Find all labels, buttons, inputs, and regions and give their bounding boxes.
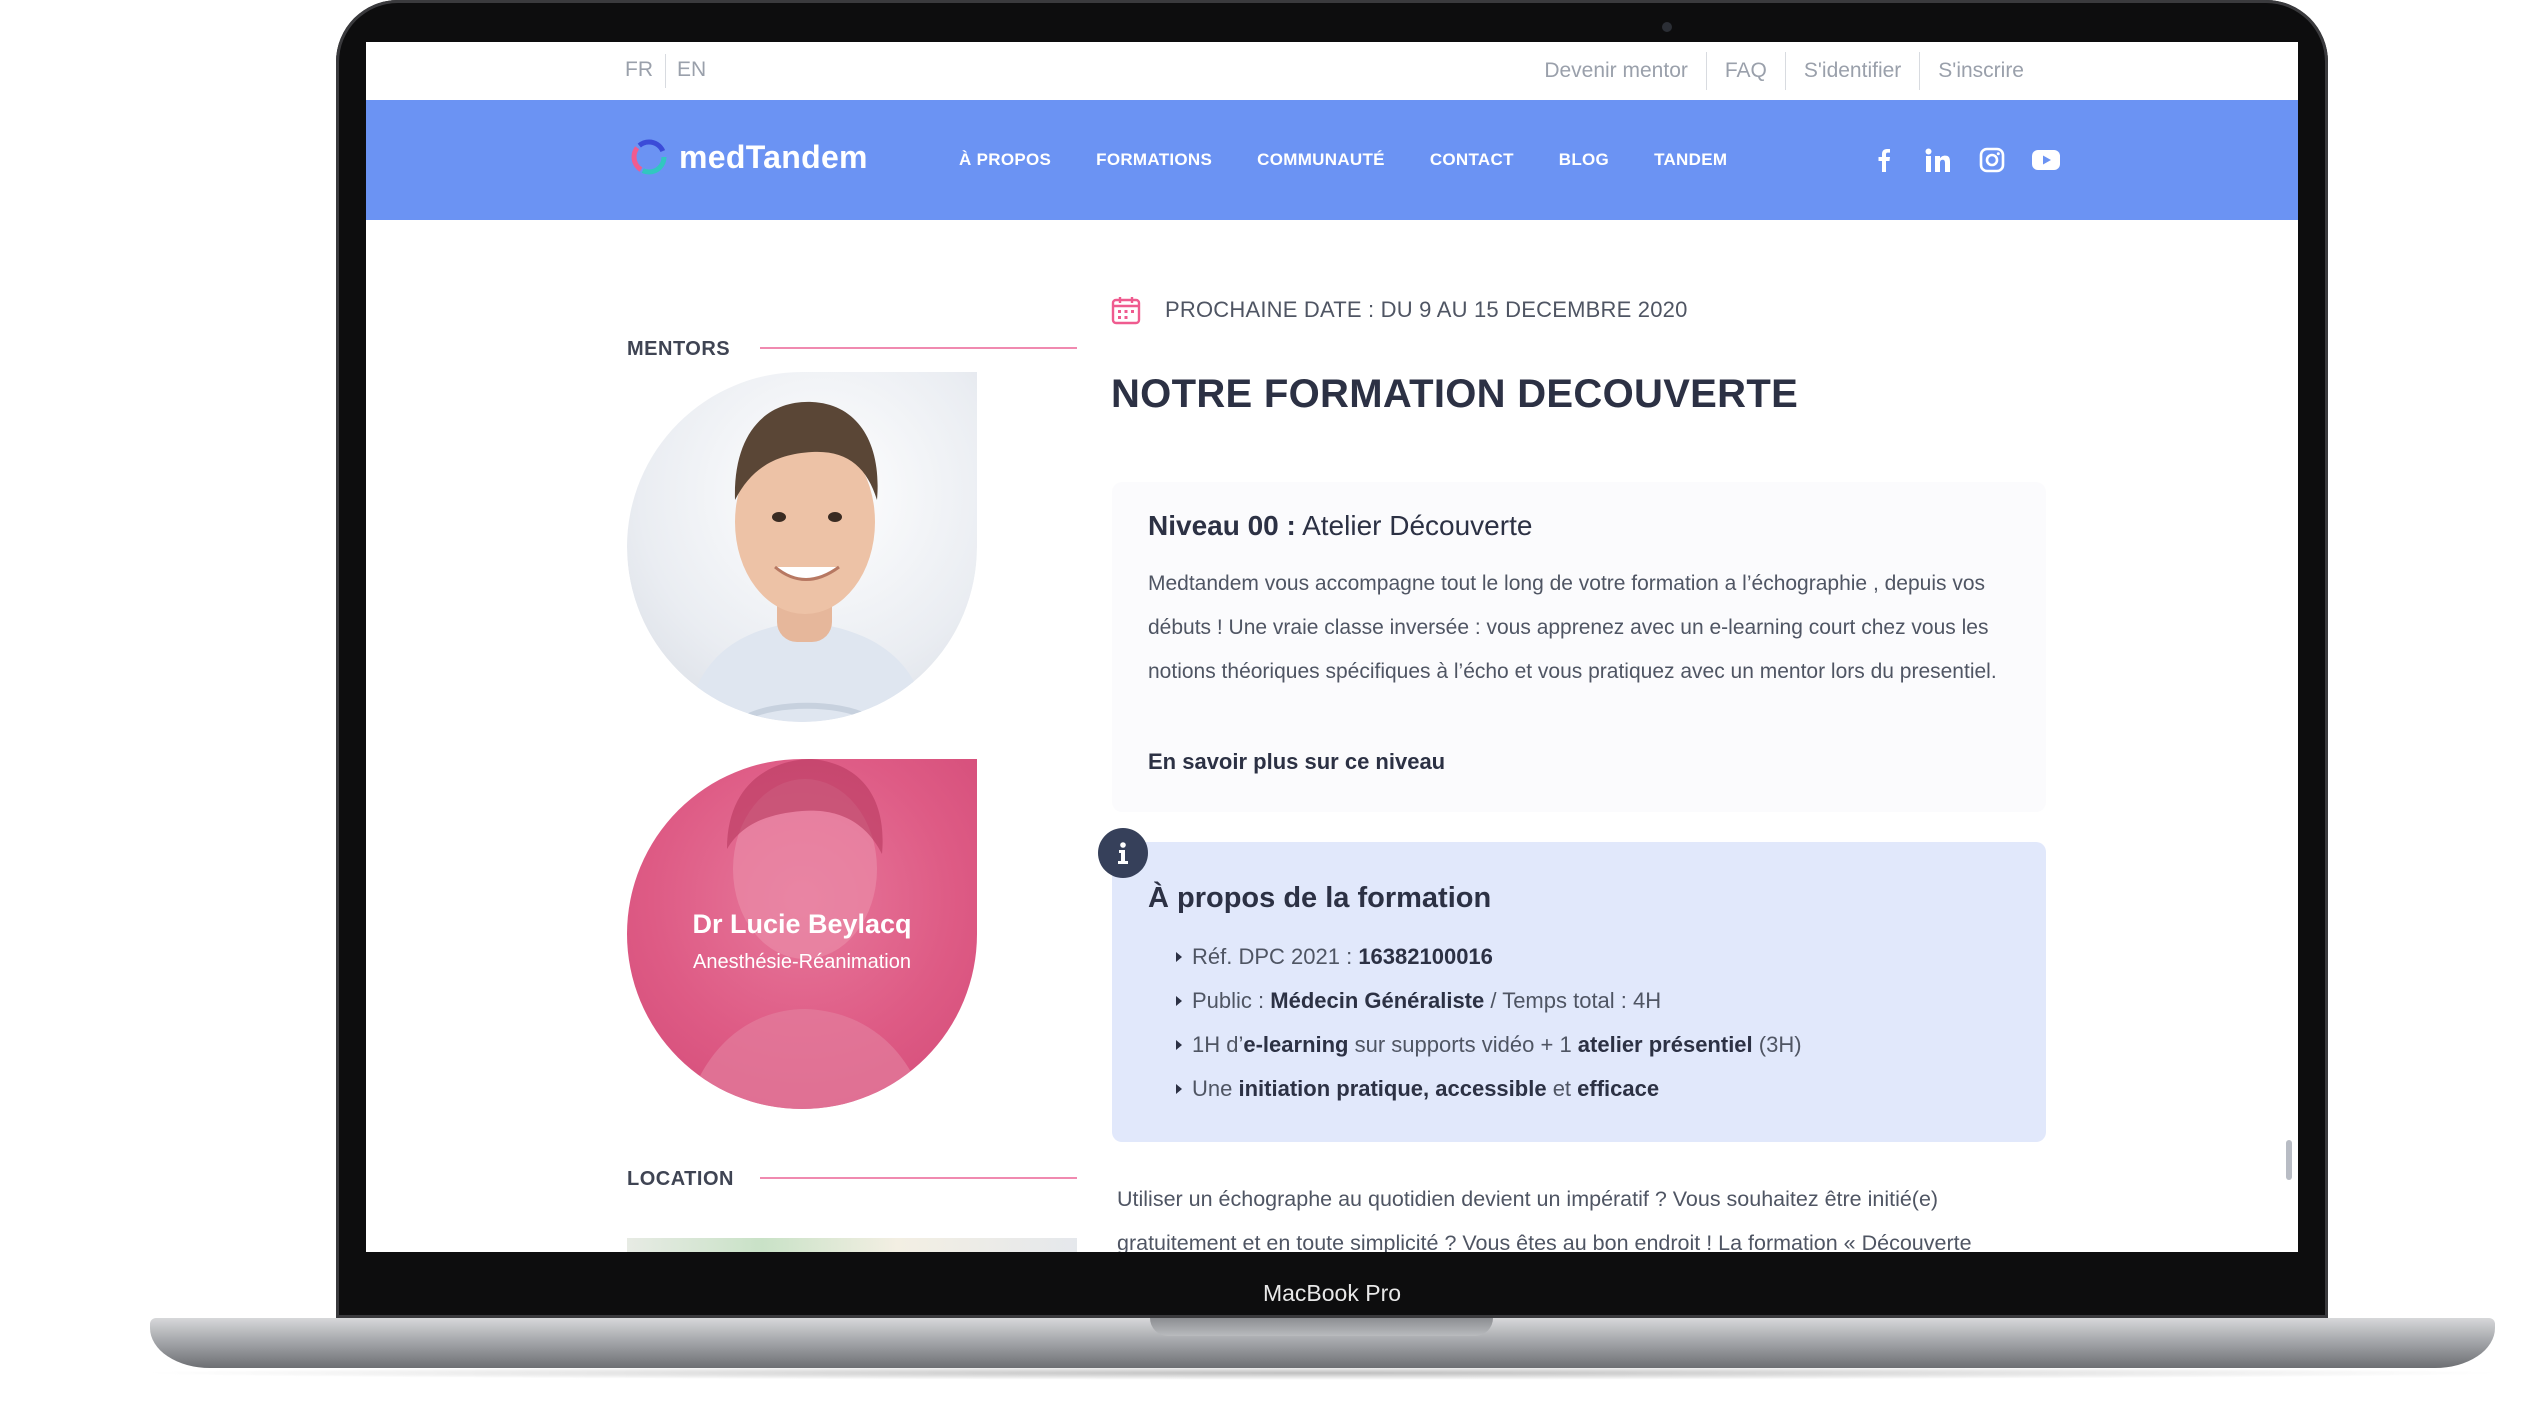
become-mentor-link[interactable]: Devenir mentor xyxy=(1526,52,1706,90)
nav-item-blog[interactable]: BLOG xyxy=(1559,150,1609,170)
login-link[interactable]: S'identifier xyxy=(1784,52,1919,90)
level-heading: Niveau 00 : Atelier Découverte xyxy=(1148,510,1532,542)
mentors-heading: MENTORS xyxy=(627,338,731,360)
faq-link[interactable]: FAQ xyxy=(1705,52,1785,90)
about-list: Réf. DPC 2021 : 16382100016 Public : Méd… xyxy=(1176,935,1802,1111)
youtube-icon[interactable] xyxy=(2019,140,2073,180)
level-description: Medtandem vous accompagne tout le long d… xyxy=(1148,572,1997,683)
location-heading: LOCATION xyxy=(627,1168,734,1190)
mentor-name: Dr Lucie Beylacq xyxy=(692,909,912,939)
about-item-initiation: Une initiation pratique, accessible et e… xyxy=(1176,1067,1802,1111)
nav-menu: À PROPOS FORMATIONS COMMUNAUTÉ CONTACT B… xyxy=(959,100,1772,220)
browser-viewport: FR EN Devenir mentor FAQ S'identifier S'… xyxy=(366,42,2298,1252)
utility-bar: FR EN Devenir mentor FAQ S'identifier S'… xyxy=(366,42,2298,100)
next-date-text: PROCHAINE DATE : DU 9 AU 15 DECEMBRE 202… xyxy=(1165,297,1688,322)
level-more-link[interactable]: En savoir plus sur ce niveau xyxy=(1148,749,1445,775)
mentor-photo-1[interactable] xyxy=(627,372,977,722)
calendar-icon xyxy=(1111,297,1141,325)
level-label-rest: Atelier Découverte xyxy=(1302,510,1533,541)
mentor-photo-2[interactable]: Dr Lucie Beylacq Anesthésie-Réanimation xyxy=(627,759,977,1109)
lang-en-link[interactable]: EN xyxy=(677,58,706,82)
signup-link[interactable]: S'inscrire xyxy=(1919,52,2042,90)
lang-fr-link[interactable]: FR xyxy=(625,58,653,82)
account-links: Devenir mentor FAQ S'identifier S'inscri… xyxy=(1526,42,2042,100)
brand-name: medTandem xyxy=(679,138,868,175)
laptop-notch xyxy=(1150,1318,1493,1336)
instagram-icon[interactable] xyxy=(1965,140,2019,180)
nav-item-community[interactable]: COMMUNAUTÉ xyxy=(1257,150,1385,170)
social-links xyxy=(1857,100,2073,220)
mentor-portrait-illustration xyxy=(627,372,977,722)
main-navbar: medTandem À PROPOS FORMATIONS COMMUNAUTÉ… xyxy=(366,100,2298,220)
location-divider xyxy=(760,1177,1077,1179)
laptop-shadow xyxy=(130,1366,2515,1380)
scrollbar-thumb[interactable] xyxy=(2286,1140,2292,1180)
about-item-public: Public : Médecin Généraliste / Temps tot… xyxy=(1176,979,1802,1023)
device-model-label: MacBook Pro xyxy=(1262,1280,1402,1306)
about-item-format: 1H d’e-learning sur supports vidéo + 1 a… xyxy=(1176,1023,1802,1067)
page-title: NOTRE FORMATION DECOUVERTE xyxy=(1111,372,1799,416)
location-map[interactable] xyxy=(627,1238,1077,1252)
mentor-specialty: Anesthésie-Réanimation xyxy=(693,951,911,973)
info-icon xyxy=(1098,828,1148,878)
linkedin-icon[interactable] xyxy=(1911,140,1965,180)
nav-item-contact[interactable]: CONTACT xyxy=(1430,150,1514,170)
intro-paragraph: Utiliser un échographe au quotidien devi… xyxy=(1117,1187,1972,1252)
camera-icon xyxy=(1662,22,1672,32)
nav-item-formations[interactable]: FORMATIONS xyxy=(1096,150,1212,170)
brand-logo[interactable]: medTandem xyxy=(629,137,868,177)
mentors-divider xyxy=(760,347,1077,349)
facebook-icon[interactable] xyxy=(1857,140,1911,180)
next-date-row: PROCHAINE DATE : DU 9 AU 15 DECEMBRE 202… xyxy=(1111,295,1688,325)
about-item-dpc: Réf. DPC 2021 : 16382100016 xyxy=(1176,935,1802,979)
about-title: À propos de la formation xyxy=(1148,882,1492,914)
nav-item-about[interactable]: À PROPOS xyxy=(959,150,1051,170)
logo-swirl-icon xyxy=(631,139,667,175)
level-label-bold: Niveau 00 : xyxy=(1148,510,1296,541)
lang-divider xyxy=(665,54,666,88)
nav-item-tandem[interactable]: TANDEM xyxy=(1654,150,1727,170)
